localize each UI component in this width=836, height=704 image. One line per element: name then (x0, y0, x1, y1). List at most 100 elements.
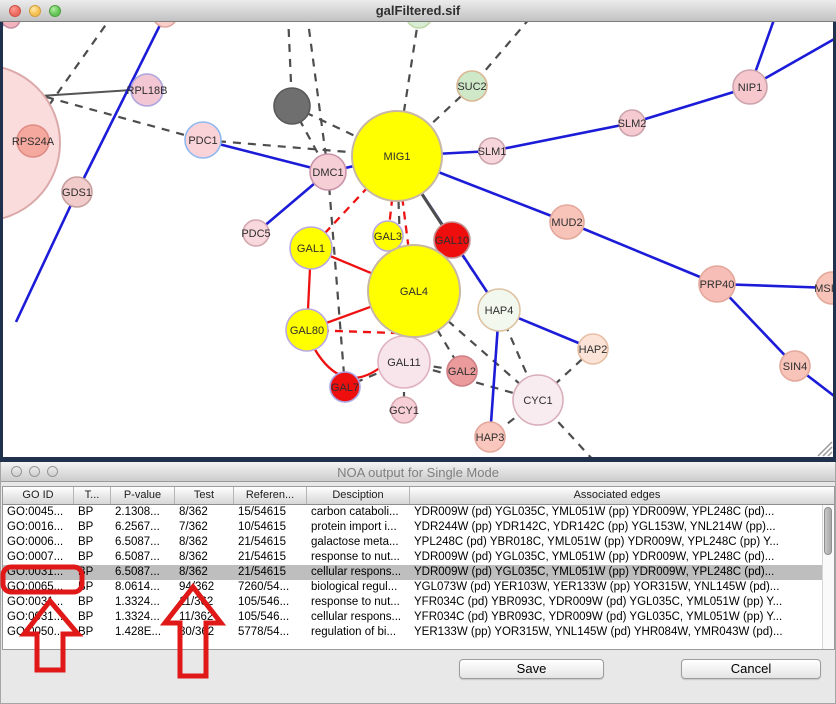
table-cell: BP (74, 505, 111, 520)
graph-node-label-MSI: MSI (814, 283, 833, 295)
table-cell: BP (74, 610, 111, 625)
graph-node-label-GAL10: GAL10 (435, 235, 469, 247)
table-cell: 6.2567... (111, 520, 175, 535)
table-cell: 8/362 (175, 565, 234, 580)
graph-node-label-RPL18B: RPL18B (127, 85, 168, 97)
table-row-0[interactable]: GO:0045...BP2.1308...8/36215/54615carbon… (3, 505, 834, 520)
graph-node-gray-node[interactable] (274, 88, 310, 124)
graph-node-label-SLM2: SLM2 (618, 118, 647, 130)
column-header-6[interactable]: Associated edges (410, 487, 824, 504)
graph-node-label-HAP3: HAP3 (476, 432, 505, 444)
graph-edge[interactable] (40, 22, 112, 118)
scrollbar-thumb[interactable] (824, 507, 832, 555)
graph-node-label-CYC1: CYC1 (523, 395, 552, 407)
column-header-1[interactable]: T... (74, 487, 111, 504)
graph-node-label-GDS1: GDS1 (62, 187, 92, 199)
graph-edge[interactable] (492, 123, 632, 151)
table-row-7[interactable]: GO:0031...BP1.3324...11/362105/546...cel… (3, 610, 834, 625)
noa-results-table: GO IDT...P-valueTestReferen...Desciption… (2, 486, 835, 650)
graph-edge[interactable] (46, 97, 203, 140)
table-cell: YGL073W (pd) YER103W, YER133W (pp) YOR31… (410, 580, 824, 595)
column-header-0[interactable]: GO ID (3, 487, 74, 504)
network-frame: RPL18BRPS24AGDS1PDC1PDC5DMC1MIG1SUC2SLM1… (0, 22, 836, 462)
vertical-scrollbar[interactable] (822, 505, 834, 649)
graph-node-label-GAL3: GAL3 (374, 231, 402, 243)
graph-node-cut-green-top[interactable] (406, 22, 432, 28)
table-row-6[interactable]: GO:0031...BP1.3324...11/362105/546...res… (3, 595, 834, 610)
table-cell: GO:0031... (3, 595, 74, 610)
table-cell: YDR009W (pd) YGL035C, YML051W (pp) YDR00… (410, 550, 824, 565)
table-cell: 6.5087... (111, 535, 175, 550)
table-cell: BP (74, 565, 111, 580)
graph-edge[interactable] (328, 172, 345, 387)
table-cell: GO:0050... (3, 625, 74, 640)
graph-node-label-GAL11: GAL11 (387, 357, 420, 369)
table-cell: GO:0006... (3, 535, 74, 550)
graph-edge[interactable] (632, 87, 750, 123)
table-cell: GO:0065... (3, 580, 74, 595)
table-row-8[interactable]: GO:0050...BP1.428E...80/3625778/54...reg… (3, 625, 834, 640)
table-cell: 105/546... (234, 595, 307, 610)
table-cell: 1.428E... (111, 625, 175, 640)
table-cell: 1.3324... (111, 610, 175, 625)
column-header-2[interactable]: P-value (111, 487, 175, 504)
table-cell: response to nut... (307, 550, 410, 565)
cancel-button[interactable]: Cancel (681, 659, 821, 679)
noa-window-titlebar[interactable]: NOA output for Single Mode (1, 462, 835, 482)
noa-output-window: NOA output for Single Mode GO IDT...P-va… (0, 462, 836, 704)
table-cell: 94/362 (175, 580, 234, 595)
table-cell: 21/54615 (234, 550, 307, 565)
table-cell: 8/362 (175, 535, 234, 550)
table-row-4[interactable]: GO:0031...BP6.5087...8/36221/54615cellul… (3, 565, 834, 580)
graph-node-label-HAP2: HAP2 (579, 344, 608, 356)
table-row-2[interactable]: GO:0006...BP6.5087...8/36221/54615galact… (3, 535, 834, 550)
table-cell: 5778/54... (234, 625, 307, 640)
table-row-1[interactable]: GO:0016...BP6.2567...7/36210/54615protei… (3, 520, 834, 535)
table-cell: BP (74, 595, 111, 610)
graph-edge[interactable] (77, 22, 165, 192)
table-row-5[interactable]: GO:0065...BP8.0614...94/3627260/54...bio… (3, 580, 834, 595)
graph-node-label-GAL1: GAL1 (297, 243, 325, 255)
graph-edge[interactable] (567, 222, 717, 284)
save-button[interactable]: Save (459, 659, 604, 679)
table-cell: BP (74, 625, 111, 640)
graph-node-tiny-pink[interactable] (3, 22, 20, 28)
table-cell: 7260/54... (234, 580, 307, 595)
column-header-3[interactable]: Test (175, 487, 234, 504)
column-header-4[interactable]: Referen... (234, 487, 307, 504)
table-cell: BP (74, 550, 111, 565)
table-cell: YDR244W (pp) YDR142C, YDR142C (pp) YGL15… (410, 520, 824, 535)
table-cell: YFR034C (pd) YBR093C, YDR009W (pd) YGL03… (410, 610, 824, 625)
network-graph[interactable]: RPL18BRPS24AGDS1PDC1PDC5DMC1MIG1SUC2SLM1… (3, 22, 833, 457)
table-cell: regulation of bi... (307, 625, 410, 640)
table-body: GO:0045...BP2.1308...8/36215/54615carbon… (3, 505, 834, 649)
table-cell: response to nut... (307, 595, 410, 610)
screen: galFiltered.sif RPL18BRPS24AGDS1PDC1PDC5… (0, 0, 836, 704)
graph-edge[interactable] (40, 90, 131, 96)
graph-node-cut-pink-top[interactable] (153, 22, 177, 27)
network-window-titlebar[interactable]: galFiltered.sif (0, 0, 836, 22)
table-cell: BP (74, 580, 111, 595)
table-cell: 10/54615 (234, 520, 307, 535)
table-cell: 8.0614... (111, 580, 175, 595)
network-canvas[interactable]: RPL18BRPS24AGDS1PDC1PDC5DMC1MIG1SUC2SLM1… (3, 22, 833, 457)
column-header-5[interactable]: Desciption (307, 487, 410, 504)
resize-grip[interactable] (818, 442, 832, 456)
table-header-row: GO IDT...P-valueTestReferen...Desciption… (3, 487, 834, 505)
graph-node-label-SLM1: SLM1 (478, 146, 507, 158)
table-cell: 21/54615 (234, 565, 307, 580)
table-cell: galactose meta... (307, 535, 410, 550)
table-row-3[interactable]: GO:0007...BP6.5087...8/36221/54615respon… (3, 550, 834, 565)
table-cell: 1.3324... (111, 595, 175, 610)
table-cell: GO:0007... (3, 550, 74, 565)
graph-node-label-MUD2: MUD2 (551, 217, 582, 229)
table-cell: 8/362 (175, 505, 234, 520)
graph-node-label-GAL2: GAL2 (448, 366, 476, 378)
table-cell: GO:0031... (3, 610, 74, 625)
table-cell: GO:0016... (3, 520, 74, 535)
table-cell: 15/54615 (234, 505, 307, 520)
graph-node-label-PRP40: PRP40 (700, 279, 735, 291)
table-cell: 105/546... (234, 610, 307, 625)
graph-node-label-GAL7: GAL7 (331, 382, 359, 394)
graph-edge[interactable] (16, 192, 77, 322)
